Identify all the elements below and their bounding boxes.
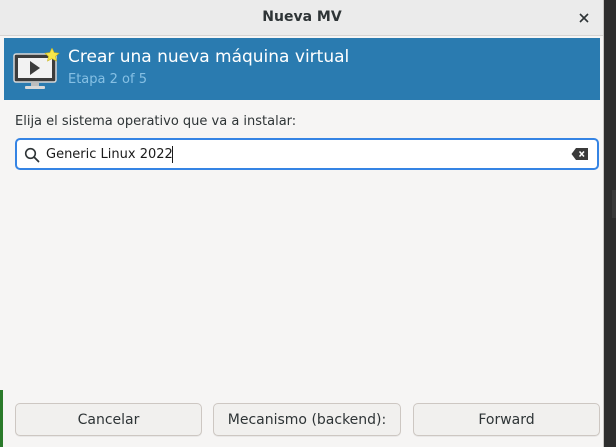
cancel-button[interactable]: Cancelar (15, 403, 202, 436)
background-edge (0, 390, 3, 447)
os-search-field[interactable] (15, 138, 599, 170)
forward-button[interactable]: Forward (413, 403, 600, 436)
search-icon (24, 147, 40, 163)
text-caret (172, 146, 173, 163)
background-strip (604, 0, 616, 447)
close-icon (579, 13, 589, 23)
dialog-window: Nueva MV Crear una nueva máquina virtual… (0, 0, 604, 447)
clear-text-icon[interactable] (571, 147, 589, 161)
titlebar[interactable]: Nueva MV (0, 0, 603, 36)
wizard-heading: Crear una nueva máquina virtual (68, 47, 350, 67)
close-button[interactable] (574, 8, 594, 28)
os-prompt-label: Elija el sistema operativo que va a inst… (15, 114, 297, 129)
wizard-banner: Crear una nueva máquina virtual Etapa 2 … (4, 38, 600, 100)
backend-button[interactable]: Mecanismo (backend): (213, 403, 401, 436)
background-accent (612, 190, 616, 218)
vm-monitor-icon (13, 48, 60, 89)
window-title: Nueva MV (262, 9, 342, 25)
os-search-input[interactable] (46, 143, 566, 165)
wizard-stage: Etapa 2 of 5 (68, 72, 147, 87)
